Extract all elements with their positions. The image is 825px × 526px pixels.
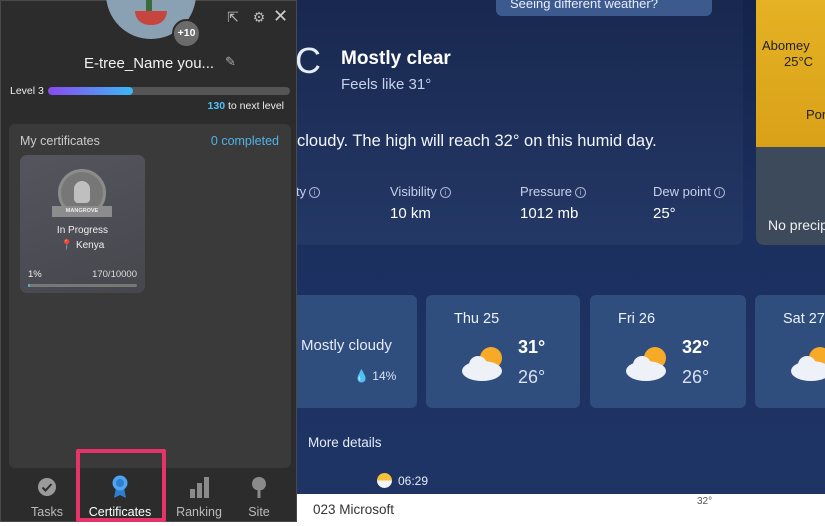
footer-temp: 32° <box>697 496 713 507</box>
certificates-section: My certificates 0 completed MANGROVE In … <box>9 124 291 468</box>
nav-site[interactable]: Site <box>239 471 279 519</box>
level-progress-bar <box>48 87 290 95</box>
seeing-button-label: Seeing different weather? <box>510 0 658 11</box>
stat-value: 1012 mb <box>520 205 579 222</box>
info-icon[interactable]: i <box>713 187 725 198</box>
more-details-link[interactable]: More details <box>308 435 382 450</box>
completed-count[interactable]: 0 completed <box>211 134 279 148</box>
nav-label: Ranking <box>176 505 222 519</box>
map-city-temp: 25°C <box>784 54 814 69</box>
bar-chart-icon <box>173 475 225 499</box>
stat-label: Visibility <box>390 184 437 199</box>
username: E-tree_Name you... <box>84 55 215 72</box>
tree-icon <box>74 181 90 203</box>
certificate-percent: 1% <box>28 269 42 280</box>
forecast-day: Sat 27 <box>783 311 825 327</box>
highlight-box <box>76 449 166 522</box>
stat-label: ty <box>296 184 307 199</box>
forecast-card-fri[interactable]: Fri 26 32° 26° <box>590 295 746 408</box>
forecast-high: 31° <box>518 337 546 357</box>
nav-ranking[interactable]: Ranking <box>173 471 225 519</box>
stat-value: 25° <box>653 205 676 222</box>
forecast-card-thu[interactable]: Thu 25 31° 26° <box>426 295 580 408</box>
location-label: Kenya <box>75 240 105 251</box>
to-next-level: 130 to next level <box>208 100 284 112</box>
certificate-status: In Progress <box>56 225 109 236</box>
stat-visibility: Visibility i 10 km <box>390 184 451 222</box>
close-icon[interactable]: ✕ <box>273 6 288 27</box>
tree-icon <box>239 475 279 499</box>
forecast-low: 26° <box>682 367 710 387</box>
sunrise-value: 06:29 <box>398 474 429 488</box>
sunrise-icon <box>377 473 392 488</box>
level-label: Level 3 <box>10 85 44 97</box>
to-next-label: to next level <box>225 100 284 112</box>
stat-value: 10 km <box>390 205 431 222</box>
feels-like: Feels like 31° <box>341 76 432 93</box>
check-icon <box>25 475 69 499</box>
map-city-label: Abomey <box>762 38 810 53</box>
nav-tasks[interactable]: Tasks <box>25 471 69 519</box>
stat-dew-point: Dew point i 25° <box>653 184 725 222</box>
nav-label: Site <box>248 505 270 519</box>
edit-pencil-icon[interactable]: ✎ <box>225 54 236 70</box>
plant-pot <box>135 11 167 25</box>
certificate-progress-fill <box>28 284 30 287</box>
forecast-high: 32° <box>682 337 710 357</box>
info-icon[interactable]: i <box>309 187 321 198</box>
certificates-title: My certificates <box>20 134 100 148</box>
temperature-unit: C <box>295 40 321 81</box>
footer-copyright: 023 Microsoft <box>313 502 395 517</box>
map-city-label: Por <box>806 107 825 122</box>
badge-ribbon: MANGROVE <box>52 206 112 217</box>
seeing-different-weather-button[interactable]: Seeing different weather? <box>496 0 712 16</box>
certificate-card[interactable]: MANGROVE In Progress 📍 Kenya 1% 170/1000… <box>20 155 145 293</box>
level-progress-fill <box>48 87 133 95</box>
forecast-day: Thu 25 <box>454 311 500 327</box>
to-next-value: 130 <box>207 100 226 112</box>
forecast-low: 26° <box>518 367 546 387</box>
info-icon[interactable]: i <box>575 187 587 198</box>
stat-pressure: Pressure i 1012 mb <box>520 184 587 222</box>
etree-panel: +10 ⇱ ⚙ ✕ E-tree_Name you... ✎ Level 3 1… <box>0 0 297 522</box>
stat-humidity: ty i <box>296 184 321 199</box>
precip-value: 14% <box>372 369 397 383</box>
sunrise-time: 06:29 <box>377 473 428 488</box>
certificate-progress-text: 170/10000 <box>92 269 137 280</box>
certificate-progress-bar <box>28 284 137 287</box>
certificate-location: 📍 Kenya <box>20 240 145 251</box>
nav-label: Tasks <box>31 505 63 519</box>
weather-summary: cloudy. The high will reach 32° on this … <box>297 132 657 150</box>
forecast-condition: Mostly cloudy <box>301 337 392 354</box>
partly-cloudy-icon <box>626 347 666 381</box>
stat-label: Pressure <box>520 184 573 199</box>
map-no-precip: No precip <box>768 217 825 233</box>
precip-chance: 💧 14% <box>354 369 396 383</box>
current-condition: Mostly clear <box>341 48 451 69</box>
forecast-day: Fri 26 <box>618 311 656 327</box>
partly-cloudy-icon <box>791 347 825 381</box>
forecast-card-sat[interactable]: Sat 27 <box>755 295 825 408</box>
location-pin-icon: 📍 <box>60 240 74 251</box>
raindrop-icon: 💧 <box>354 369 369 383</box>
info-icon[interactable]: i <box>439 187 451 198</box>
partly-cloudy-icon <box>462 347 502 381</box>
share-icon[interactable]: ⇱ <box>225 9 241 26</box>
plus-badge: +10 <box>172 19 201 48</box>
weather-map[interactable]: Abomey 25°C Por No precip <box>756 0 825 245</box>
stat-label: Dew point <box>653 184 711 199</box>
header-icons: ⇱ ⚙ <box>225 9 267 26</box>
gear-icon[interactable]: ⚙ <box>251 9 267 26</box>
